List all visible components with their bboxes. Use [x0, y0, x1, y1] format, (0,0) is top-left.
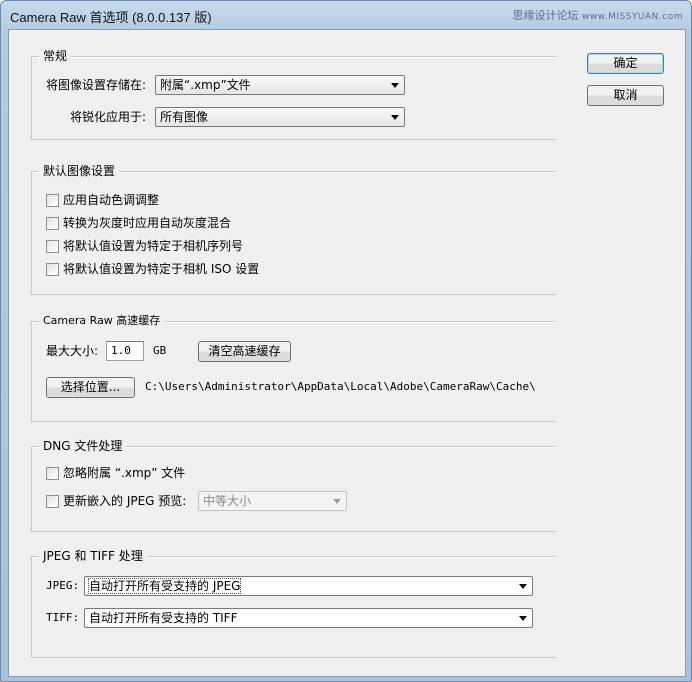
auto-grayscale-label: 转换为灰度时应用自动灰度混合 — [63, 216, 232, 230]
cache-title: Camera Raw 高速缓存 — [39, 314, 165, 328]
chevron-down-icon — [391, 115, 399, 120]
jpeg-handling-select[interactable]: 自动打开所有受支持的 JPEG — [84, 576, 533, 596]
jpeg-tiff-title: JPEG 和 TIFF 处理 — [39, 549, 147, 563]
camera-serial-checkbox[interactable] — [46, 240, 59, 253]
save-settings-label: 将图像设置存储在: — [46, 78, 147, 92]
chevron-down-icon — [391, 83, 399, 88]
update-preview-label: 更新嵌入的 JPEG 预览: — [63, 494, 187, 508]
select-location-button[interactable]: 选择位置... — [46, 377, 135, 398]
ignore-sidecar-checkbox[interactable] — [46, 467, 59, 480]
camera-iso-checkbox[interactable] — [46, 263, 59, 276]
ignore-sidecar-label: 忽略附属 “.xmp” 文件 — [63, 466, 186, 480]
tiff-handling-select[interactable]: 自动打开所有受支持的 TIFF — [84, 608, 533, 628]
watermark: 思缘设计论坛 www.MISSYUAN.com — [512, 7, 683, 23]
cache-group: Camera Raw 高速缓存 最大大小: 1.0 GB 清空高速缓存 选择位置… — [31, 314, 556, 422]
chevron-down-icon — [519, 584, 527, 589]
chevron-down-icon — [333, 499, 341, 504]
window-title: Camera Raw 首选项 (8.0.0.137 版) — [10, 10, 212, 25]
camera-serial-label: 将默认值设置为特定于相机序列号 — [63, 239, 244, 253]
purge-cache-button[interactable]: 清空高速缓存 — [198, 341, 291, 362]
dng-group: DNG 文件处理 忽略附属 “.xmp” 文件 更新嵌入的 JPEG 预览: 中… — [31, 439, 556, 532]
sharpening-select[interactable]: 所有图像 — [155, 107, 405, 127]
jpeg-label: JPEG: — [46, 579, 80, 592]
auto-grayscale-checkbox[interactable] — [46, 217, 59, 230]
jpeg-tiff-group: JPEG 和 TIFF 处理 JPEG: 自动打开所有受支持的 JPEG TIF… — [31, 549, 556, 658]
general-group: 常规 将图像设置存储在: 附属“.xmp”文件 将锐化应用于: 所有图像 — [31, 49, 556, 140]
ok-button[interactable]: 确定 — [587, 53, 664, 74]
preferences-window: Camera Raw 首选项 (8.0.0.137 版) 思缘设计论坛 www.… — [0, 0, 692, 682]
watermark-text: 思缘设计论坛 — [512, 9, 579, 22]
general-title: 常规 — [39, 49, 72, 63]
sharpening-label: 将锐化应用于: — [70, 110, 147, 124]
dialog-body: 确定 取消 常规 将图像设置存储在: 附属“.xmp”文件 将锐化应用于: 所有… — [8, 29, 686, 677]
title-bar[interactable]: Camera Raw 首选项 (8.0.0.137 版) 思缘设计论坛 www.… — [1, 1, 691, 29]
max-size-label: 最大大小: — [46, 344, 99, 358]
default-settings-title: 默认图像设置 — [39, 164, 120, 178]
cancel-button[interactable]: 取消 — [587, 85, 664, 106]
watermark-site: www.MISSYUAN.com — [581, 12, 683, 22]
preview-size-select[interactable]: 中等大小 — [198, 491, 347, 511]
size-unit-label: GB — [153, 344, 167, 357]
default-settings-group: 默认图像设置 应用自动色调调整 转换为灰度时应用自动灰度混合 将默认值设置为特定… — [31, 164, 556, 295]
save-settings-select[interactable]: 附属“.xmp”文件 — [155, 75, 405, 95]
auto-tone-label: 应用自动色调调整 — [63, 193, 160, 207]
dng-title: DNG 文件处理 — [39, 439, 127, 453]
auto-tone-checkbox[interactable] — [46, 194, 59, 207]
chevron-down-icon — [519, 616, 527, 621]
cache-path: C:\Users\Administrator\AppData\Local\Ado… — [145, 380, 536, 393]
camera-iso-label: 将默认值设置为特定于相机 ISO 设置 — [63, 262, 260, 276]
max-size-input[interactable]: 1.0 — [106, 341, 144, 361]
tiff-label: TIFF: — [46, 611, 80, 624]
update-preview-checkbox[interactable] — [46, 495, 59, 508]
